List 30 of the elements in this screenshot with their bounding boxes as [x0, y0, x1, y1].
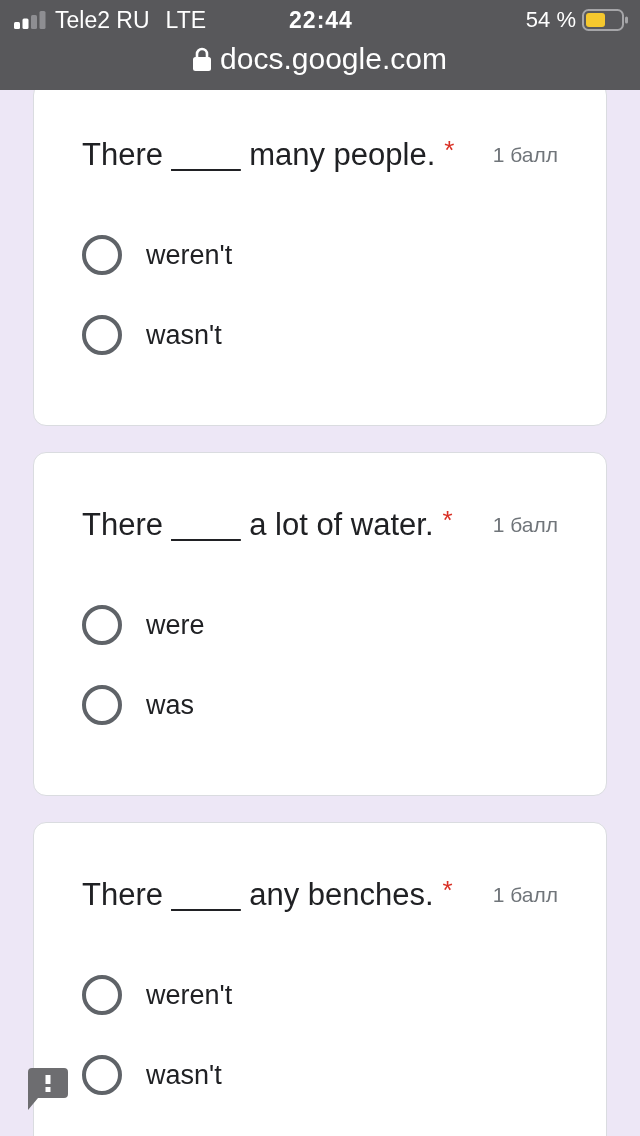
- battery-icon: [582, 9, 628, 31]
- question-text: There ____ a lot of water.: [82, 506, 434, 544]
- question-text: There ____ many people.: [82, 136, 436, 174]
- radio-button[interactable]: [82, 685, 122, 725]
- radio-button[interactable]: [82, 975, 122, 1015]
- option-label[interactable]: weren't: [146, 979, 233, 1011]
- points-label: 1 балл: [492, 513, 558, 537]
- radio-button[interactable]: [82, 315, 122, 355]
- option-label[interactable]: wasn't: [146, 1059, 222, 1091]
- option-label[interactable]: was: [146, 689, 194, 721]
- option-label[interactable]: weren't: [146, 239, 233, 271]
- required-asterisk: *: [442, 505, 453, 535]
- address-url[interactable]: docs.google.com: [220, 42, 447, 76]
- points-label: 1 балл: [492, 143, 558, 167]
- radio-button[interactable]: [82, 605, 122, 645]
- signal-strength-icon: [14, 11, 46, 29]
- question-text: There ____ any benches.: [82, 876, 434, 914]
- option-label[interactable]: were: [146, 609, 205, 641]
- option-label[interactable]: wasn't: [146, 319, 222, 351]
- radio-button[interactable]: [82, 235, 122, 275]
- network-type: LTE: [165, 6, 207, 34]
- battery-percentage: 54 %: [525, 7, 576, 33]
- clock-time: 22:44: [289, 6, 353, 34]
- radio-button[interactable]: [82, 1055, 122, 1095]
- required-asterisk: *: [444, 135, 455, 165]
- required-asterisk: *: [442, 875, 453, 905]
- exclamation-bubble-icon[interactable]: [28, 1068, 68, 1110]
- points-label: 1 балл: [492, 883, 558, 907]
- carrier-name: Tele2 RU: [55, 6, 150, 34]
- lock-icon: [193, 47, 212, 71]
